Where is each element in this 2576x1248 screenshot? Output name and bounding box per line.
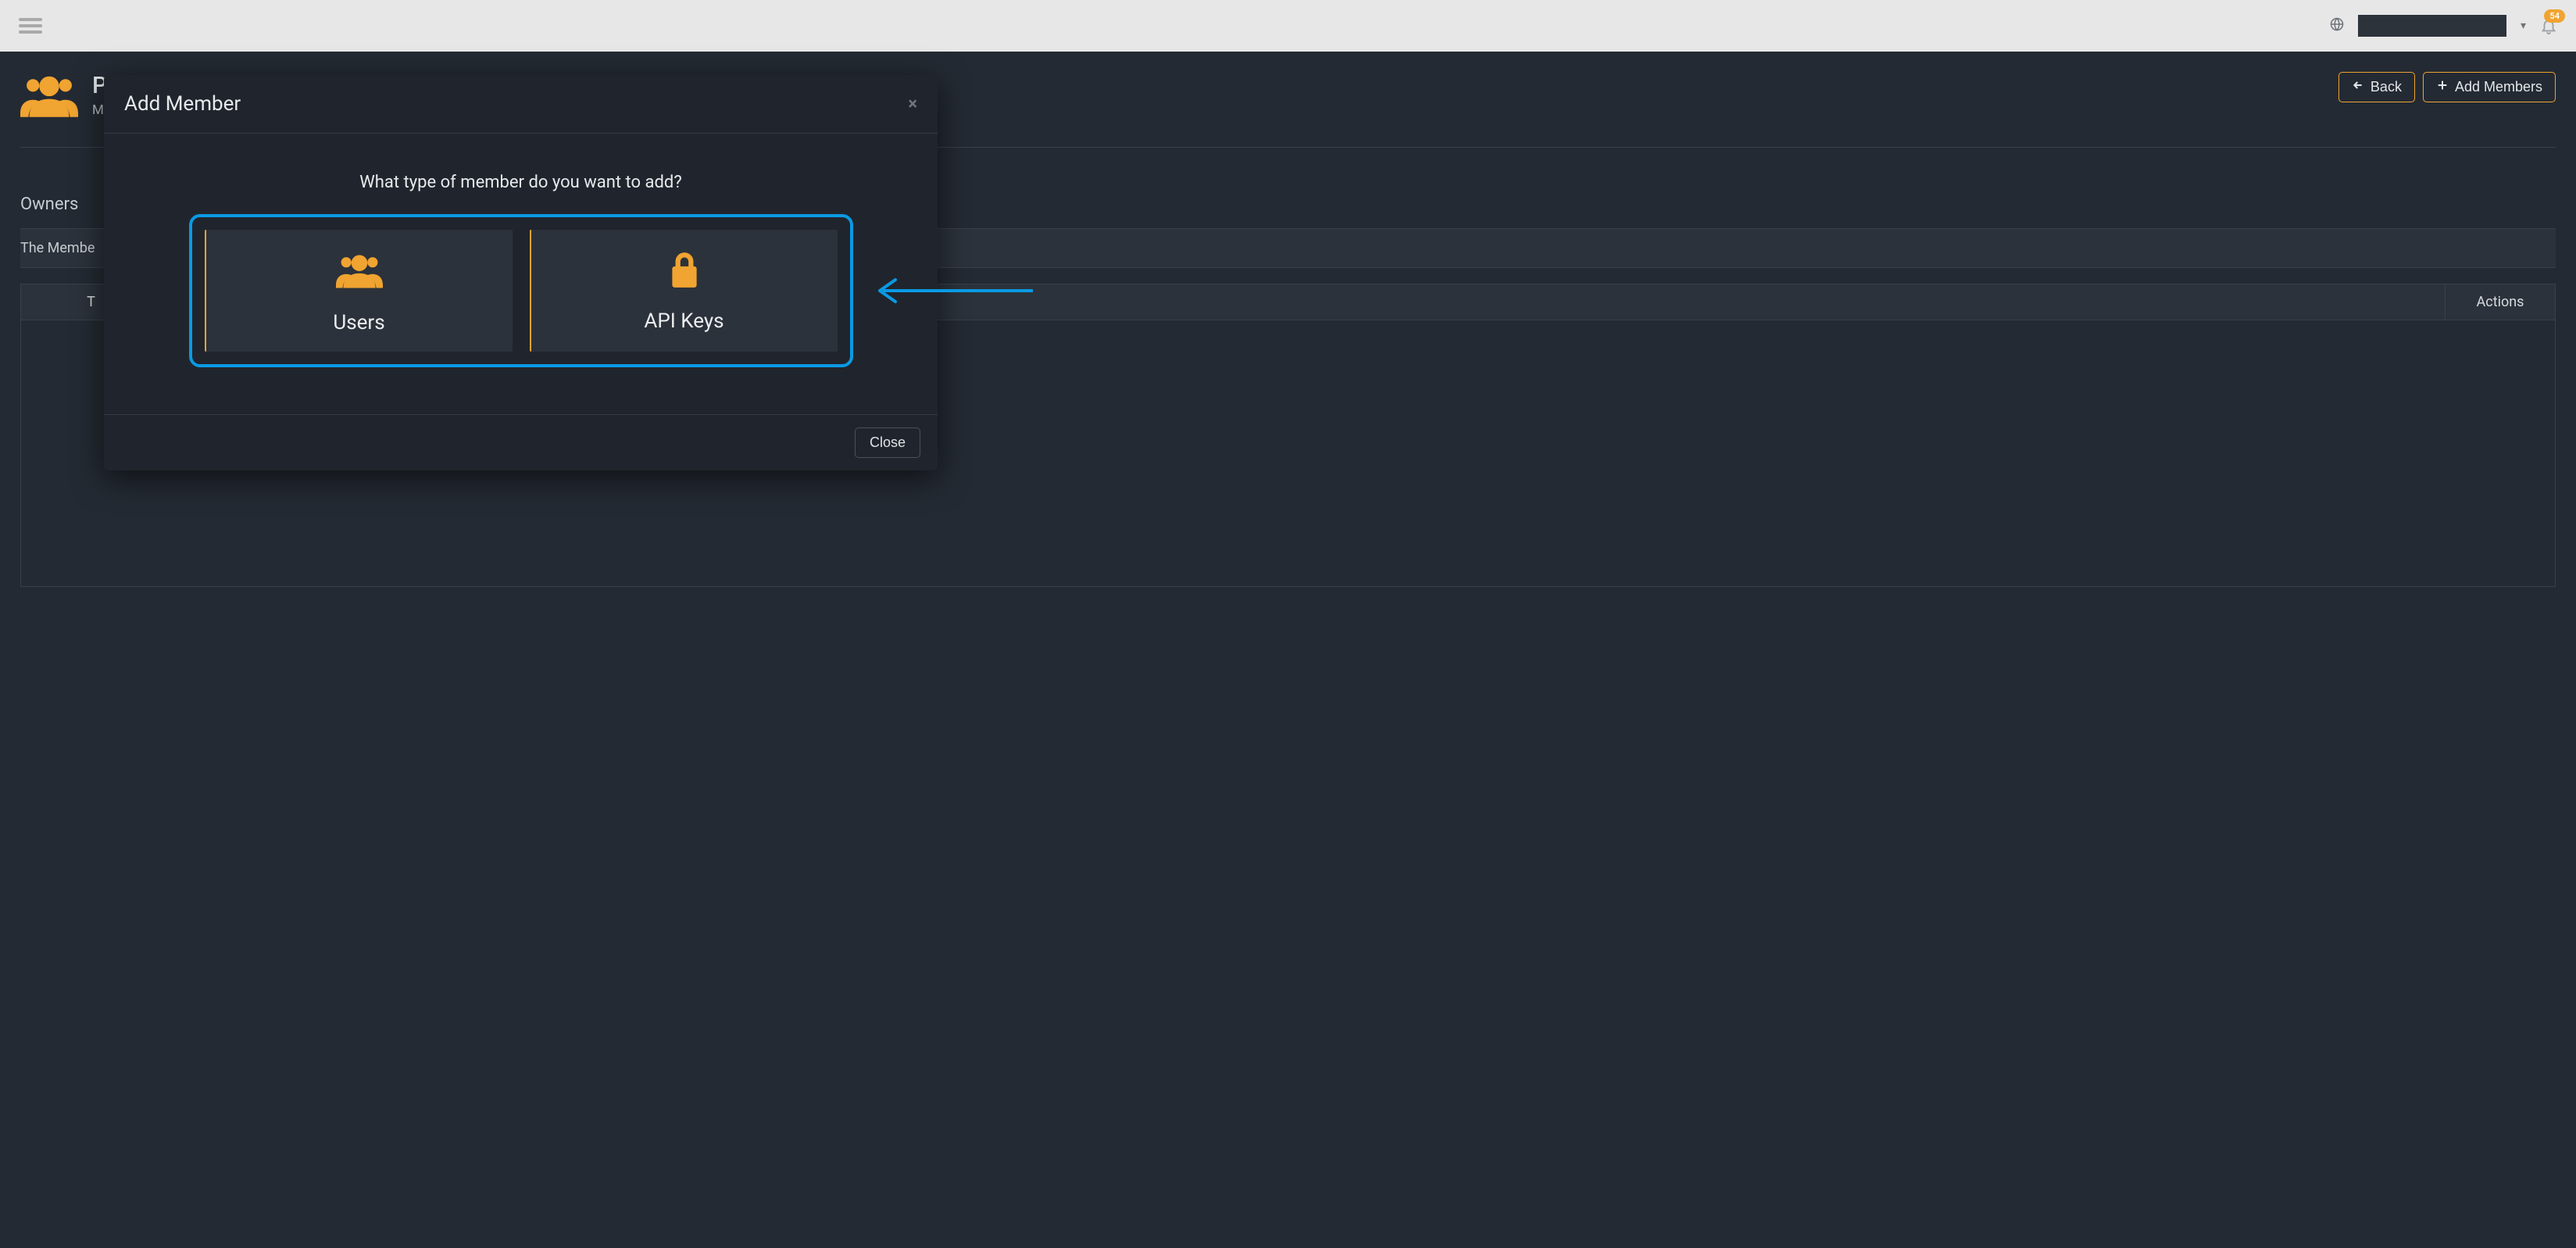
topbar: ▾ 54 <box>0 0 2576 52</box>
modal-question: What type of member do you want to add? <box>124 173 917 192</box>
bell-icon <box>2540 23 2557 38</box>
modal-title: Add Member <box>124 92 241 116</box>
choice-api-keys[interactable]: API Keys <box>530 230 838 352</box>
lock-icon <box>667 250 702 292</box>
add-member-modal: Add Member × What type of member do you … <box>104 75 938 470</box>
notifications-button[interactable]: 54 <box>2540 14 2557 38</box>
close-icon[interactable]: × <box>908 95 917 114</box>
modal-close-button[interactable]: Close <box>855 427 920 458</box>
choice-users[interactable]: Users <box>205 230 513 352</box>
menu-toggle[interactable] <box>19 18 42 34</box>
globe-icon[interactable] <box>2330 17 2344 35</box>
member-type-choices: Users API Keys <box>189 214 853 367</box>
caret-down-icon[interactable]: ▾ <box>2521 20 2526 32</box>
users-icon <box>336 250 383 294</box>
annotation-arrow <box>869 275 1033 306</box>
choice-users-label: Users <box>333 311 384 334</box>
modal-backdrop: Add Member × What type of member do you … <box>0 52 2576 1248</box>
choice-api-keys-label: API Keys <box>644 309 723 333</box>
notifications-badge: 54 <box>2544 9 2565 23</box>
account-selector[interactable] <box>2358 15 2506 37</box>
